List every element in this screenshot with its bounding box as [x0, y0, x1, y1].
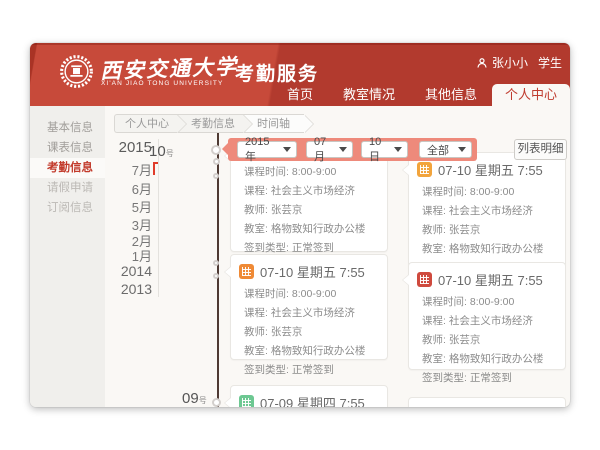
- current-month-marker: [153, 162, 155, 175]
- user-role: 学生: [538, 54, 562, 71]
- chevron-down-icon: [339, 147, 347, 152]
- timeline-node[interactable]: [211, 145, 221, 155]
- rail-year-2014[interactable]: 2014: [108, 263, 152, 279]
- status-stamp-green-icon: [239, 395, 254, 407]
- filter-bar: 2015年 07月 10日 全部: [228, 138, 477, 161]
- sidebar-item-attendance[interactable]: 考勤信息: [30, 158, 105, 178]
- timeline-node[interactable]: [213, 273, 219, 279]
- chevron-down-icon: [283, 147, 291, 152]
- list-detail-button[interactable]: 列表明细: [514, 139, 567, 160]
- type-dropdown[interactable]: 全部: [419, 141, 472, 158]
- nav-item-classrooms[interactable]: 教室情况: [328, 84, 410, 106]
- rail-year-2015[interactable]: 2015: [108, 139, 152, 156]
- attendance-window: 西安交通大学 XI'AN JIAO TONG UNIVERSITY 考勤服务 张…: [30, 43, 570, 407]
- app-header: 西安交通大学 XI'AN JIAO TONG UNIVERSITY 考勤服务 张…: [30, 43, 570, 106]
- main-nav: 首页 教室情况 其他信息 个人中心: [272, 84, 570, 106]
- month-rail-divider: [158, 139, 159, 297]
- day-label-10: 10号: [149, 143, 174, 161]
- timeline-node[interactable]: [212, 398, 221, 407]
- rail-month-may[interactable]: 5月: [108, 197, 152, 216]
- sidebar-item-leave-request[interactable]: 请假申请: [30, 178, 105, 198]
- month-dropdown[interactable]: 07月: [306, 141, 353, 158]
- day-label-09: 09号: [182, 390, 207, 407]
- person-icon: [476, 57, 488, 69]
- user-info[interactable]: 张小小 学生: [476, 54, 562, 71]
- attendance-card[interactable]: 07-10 星期五 7:55 课程时间:8:00-9:00 课程:社会主义市场经…: [408, 152, 566, 268]
- card-date: 07-10 星期五 7:55: [260, 262, 365, 281]
- sidebar-item-basic-info[interactable]: 基本信息: [30, 118, 105, 138]
- breadcrumb: 个人中心 考勤信息 时间轴: [114, 114, 304, 133]
- card-date: 07-10 星期五 7:55: [438, 160, 543, 179]
- rail-month-jun[interactable]: 6月: [108, 179, 152, 198]
- breadcrumb-personal-center[interactable]: 个人中心: [114, 114, 177, 133]
- attendance-card[interactable]: 07-10 星期五 7:55 课程时间:8:00-9:00 课程:社会主义市场经…: [230, 254, 388, 360]
- timeline-node[interactable]: [213, 158, 220, 165]
- status-stamp-orange-icon: [239, 264, 254, 279]
- app-title: 考勤服务: [235, 59, 319, 86]
- timeline-node[interactable]: [213, 260, 219, 266]
- chevron-down-icon: [394, 147, 402, 152]
- card-date: 07-09 星期四 7:55: [260, 393, 365, 407]
- attendance-card[interactable]: 07-09 星期四 7:55: [230, 385, 388, 407]
- attendance-card[interactable]: [408, 397, 566, 407]
- status-stamp-red-icon: [417, 272, 432, 287]
- day-dropdown[interactable]: 10日: [361, 141, 408, 158]
- year-dropdown[interactable]: 2015年: [237, 141, 297, 158]
- nav-item-home[interactable]: 首页: [272, 84, 328, 106]
- card-date: 07-10 星期五 7:55: [438, 270, 543, 289]
- sidebar-item-timetable[interactable]: 课表信息: [30, 138, 105, 158]
- status-stamp-orange-icon: [417, 162, 432, 177]
- university-name-en: XI'AN JIAO TONG UNIVERSITY: [101, 80, 223, 87]
- university-logo-icon: [59, 54, 94, 89]
- rail-year-2013[interactable]: 2013: [108, 281, 152, 297]
- sidebar-item-subscription[interactable]: 订阅信息: [30, 198, 105, 218]
- user-name: 张小小: [492, 54, 528, 71]
- attendance-card[interactable]: 07-10 星期五 7:55 课程时间:8:00-9:00 课程:社会主义市场经…: [408, 262, 566, 370]
- chevron-down-icon: [458, 147, 466, 152]
- nav-item-personal-center[interactable]: 个人中心: [492, 84, 570, 106]
- sidebar: 基本信息 课表信息 考勤信息 请假申请 订阅信息: [30, 106, 105, 407]
- timeline-node[interactable]: [213, 173, 219, 179]
- nav-item-other-info[interactable]: 其他信息: [410, 84, 492, 106]
- rail-month-jul[interactable]: 7月: [108, 160, 152, 179]
